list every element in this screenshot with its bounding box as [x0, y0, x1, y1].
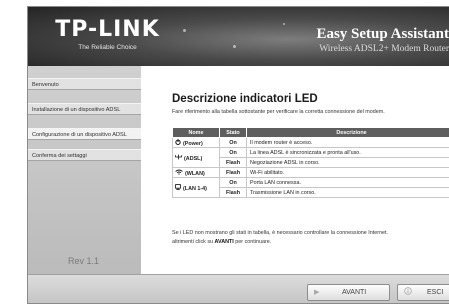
column-header-state: Stato — [219, 127, 247, 138]
led-name: (Power) — [183, 140, 203, 147]
version-label: Rev 1.1 — [68, 256, 100, 266]
led-name-cell: (Power) — [172, 137, 220, 148]
led-name-cell: (WLAN) — [172, 167, 220, 178]
header-sparkle — [233, 45, 236, 48]
led-state: Flash — [219, 157, 247, 168]
help-note-line1: Se i LED non mostrano gli stati in tabel… — [172, 230, 389, 236]
wlan-icon — [175, 169, 183, 177]
led-name-cell: (LAN 1-4) — [172, 177, 220, 198]
play-icon: ▶ — [314, 289, 320, 296]
led-name: (ADSL) — [184, 155, 203, 162]
intro-text: Fare riferimento alla tabella sottostant… — [172, 109, 385, 115]
table-header-row: Nome Stato Descrizione — [172, 127, 449, 138]
led-table: Nome Stato Descrizione (Power) On Il mod… — [172, 127, 449, 198]
led-description: La linea ADSL è sincronizzata e pronta a… — [246, 147, 449, 158]
table-row: (ADSL) On La linea ADSL è sincronizzata … — [172, 147, 449, 168]
led-name-cell: (ADSL) — [172, 147, 220, 168]
led-state: On — [219, 177, 247, 188]
help-note-line2: altrimenti click su AVANTI per continuar… — [172, 238, 388, 247]
led-description: Trasmissione LAN in corso. — [246, 187, 449, 198]
main-content: Descrizione indicatori LED Fare riferime… — [141, 66, 449, 274]
led-state: On — [219, 137, 247, 148]
next-button[interactable]: ▶ AVANTI — [307, 284, 390, 301]
led-state: Flash — [219, 187, 247, 198]
product-subtitle: Wireless ADSL2+ Modem Router — [319, 44, 449, 54]
led-description: Wi-Fi abilitato. — [246, 167, 449, 178]
product-heading: Easy Setup Assistant Wireless ADSL2+ Mod… — [316, 26, 449, 55]
sidebar-item-welcome[interactable]: Benvenuto — [28, 78, 141, 90]
table-row: (LAN 1-4) On Porta LAN connessa. — [172, 177, 449, 198]
brand-logo: TP-LINK The Reliable Choice — [50, 19, 165, 52]
page-title: Descrizione indicatori LED — [172, 93, 318, 105]
header-banner: TP-LINK The Reliable Choice Easy Setup A… — [28, 7, 449, 66]
column-header-name: Nome — [172, 127, 220, 138]
adsl-icon — [175, 154, 182, 162]
help-note-emphasis: AVANTI — [214, 239, 234, 245]
sidebar: Benvenuto Installazione di un dispositiv… — [28, 66, 141, 274]
help-note-text: altrimenti click su — [172, 239, 215, 245]
led-description: Porta LAN connessa. — [246, 177, 449, 188]
led-name: (WLAN) — [185, 170, 205, 177]
brand-tagline: The Reliable Choice — [78, 44, 137, 51]
brand-name: TP-LINK — [55, 17, 160, 42]
footer-bar: ▶ AVANTI ESCI — [28, 274, 449, 303]
lan-icon — [175, 183, 181, 192]
exit-button[interactable]: ESCI — [397, 284, 449, 301]
column-header-description: Descrizione — [246, 127, 449, 138]
led-name: (LAN 1-4) — [183, 185, 207, 192]
led-state: Flash — [219, 167, 247, 178]
sidebar-item-configure[interactable]: Configurazione di un dispositivo ADSL — [28, 128, 141, 140]
exit-button-label: ESCI — [427, 289, 444, 296]
led-state: On — [219, 147, 247, 158]
table-row: (WLAN) Flash Wi-Fi abilitato. — [172, 167, 449, 178]
product-title: Easy Setup Assistant — [316, 26, 449, 42]
info-icon — [404, 285, 412, 300]
header-sparkle — [183, 29, 186, 32]
setup-window: TP-LINK The Reliable Choice Easy Setup A… — [27, 6, 449, 304]
sidebar-item-confirm[interactable]: Conferma dei settaggi — [28, 149, 141, 161]
next-button-label: AVANTI — [342, 289, 367, 296]
help-note: Se i LED non mostrano gli stati in tabel… — [172, 229, 388, 247]
header-sparkle — [283, 23, 285, 25]
table-row: (Power) On Il modem router è acceso. — [172, 137, 449, 148]
help-note-text-end: per continuare. — [233, 239, 272, 245]
led-description: Negoziazione ADSL in corso. — [246, 157, 449, 168]
sidebar-item-install[interactable]: Installazione di un dispositivo ADSL — [28, 103, 141, 115]
power-icon — [175, 138, 181, 147]
led-description: Il modem router è acceso. — [246, 137, 449, 148]
